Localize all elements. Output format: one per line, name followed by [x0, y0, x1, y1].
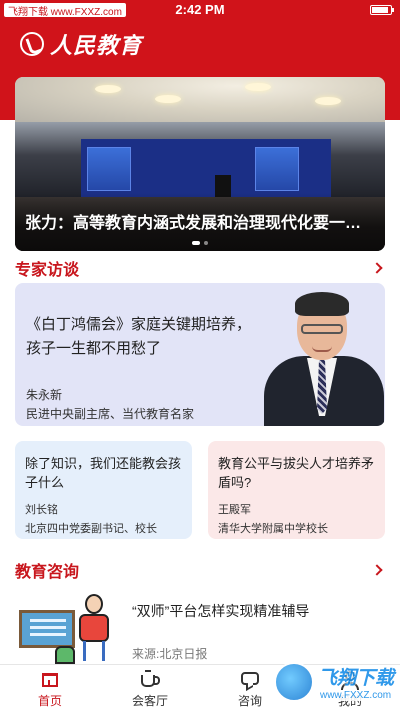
- brand-name: 人民教育: [50, 33, 143, 59]
- featured-role: 民进中央副主席、当代教育名家: [26, 407, 195, 421]
- chevron-right-icon[interactable]: [371, 564, 383, 576]
- chevron-right-icon[interactable]: [371, 262, 383, 274]
- tab-label: 咨询: [237, 694, 262, 708]
- interview-card[interactable]: 除了知识，我们还能教会孩子什么 刘长铭 北京四中党委副书记、校长: [15, 441, 192, 539]
- battery-icon: [370, 5, 394, 15]
- brand: 人民教育: [20, 28, 142, 60]
- logo-icon: [20, 32, 44, 56]
- interview-author: 王殿军: [218, 504, 251, 516]
- hero-image-screen: [87, 147, 131, 191]
- experts-section-header[interactable]: 专家访谈: [15, 257, 385, 279]
- watermark: 飞翔下载 www.FXXZ.com: [273, 662, 394, 702]
- carousel-dot: [204, 241, 208, 245]
- article-source: 来源:北京日报: [132, 647, 208, 661]
- article-title[interactable]: “双师”平台怎样实现精准辅导: [132, 601, 382, 621]
- ceiling-lamp: [245, 83, 271, 91]
- status-time: 2:42 PM: [175, 2, 225, 17]
- tab-label: 首页: [37, 694, 62, 708]
- ceiling-lamp: [155, 95, 181, 103]
- interview-author: 刘长铭: [25, 504, 58, 516]
- article-thumbnail[interactable]: [15, 588, 121, 664]
- hero-banner[interactable]: 张力：高等教育内涵式发展和治理现代化要一体…: [15, 77, 385, 251]
- tab-lounge[interactable]: 会客厅: [100, 665, 200, 711]
- ceiling-lamp: [95, 85, 121, 93]
- interview-card[interactable]: 教育公平与拔尖人才培养矛盾吗? 王殿军 清华大学附属中学校长: [208, 441, 385, 539]
- interview-role: 北京四中党委副书记、校长: [25, 523, 157, 535]
- section-title: 专家访谈: [15, 262, 80, 279]
- interview-role: 清华大学附属中学校长: [218, 523, 328, 535]
- tab-label: 会客厅: [131, 694, 168, 708]
- section-title: 教育咨询: [15, 564, 80, 581]
- consulting-section-header[interactable]: 教育咨询: [15, 559, 385, 581]
- tab-home[interactable]: 首页: [0, 665, 100, 711]
- interview-title: 除了知识，我们还能教会孩子什么: [25, 456, 182, 490]
- watermark-text: 飞翔下载: [317, 668, 394, 689]
- interview-title: 教育公平与拔尖人才培养矛盾吗?: [218, 456, 375, 490]
- hero-image-screen: [255, 147, 299, 191]
- status-bar: 飞翔下载 www.FXXZ.com 2:42 PM: [0, 0, 400, 20]
- home-icon: [39, 670, 61, 690]
- carousel-dot: [192, 241, 200, 245]
- featured-title: 《白丁鸿儒会》家庭关键期培养，孩子一生都不用愁了: [26, 316, 252, 357]
- watermark-logo-icon: [273, 662, 314, 702]
- watermark-url: www.FXXZ.com: [317, 690, 394, 701]
- ceiling-lamp: [315, 97, 341, 105]
- carousel-indicator: [15, 241, 385, 245]
- featured-interview-card[interactable]: 《白丁鸿儒会》家庭关键期培养，孩子一生都不用愁了 朱永新 民进中央副主席、当代教…: [15, 283, 385, 426]
- featured-author: 朱永新: [26, 388, 63, 402]
- cup-icon: [139, 670, 161, 690]
- expert-portrait: [259, 286, 385, 426]
- chat-icon: [239, 670, 261, 690]
- hero-caption[interactable]: 张力：高等教育内涵式发展和治理现代化要一体…: [25, 209, 375, 233]
